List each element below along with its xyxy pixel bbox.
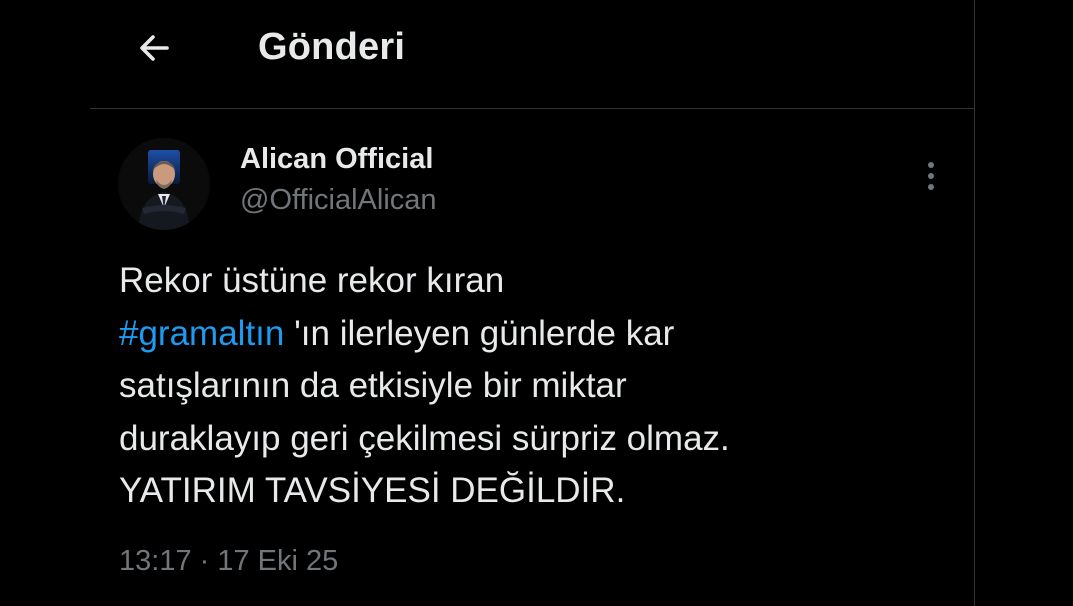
arrow-left-icon — [140, 35, 169, 61]
tweet-line: YATIRIM TAVSİYESİ DEĞİLDİR. — [119, 471, 626, 510]
author-name[interactable]: Alican Official — [240, 143, 433, 176]
profile-photo — [118, 138, 210, 230]
tweet-line-rest: 'ın ilerleyen günlerde kar — [284, 313, 675, 353]
page: Gönderi Alican Official @OfficialAlican … — [0, 0, 1073, 606]
tweet-text: Rekor üstüne rekor kıran #gramaltın 'ın … — [119, 255, 919, 518]
avatar[interactable] — [118, 138, 210, 230]
tweet-line: satışlarının da etkisiyle bir miktar — [119, 366, 627, 405]
more-vertical-icon — [928, 162, 934, 190]
tweet-line: duraklayıp geri çekilmesi sürpriz olmaz. — [119, 418, 730, 458]
top-header: Gönderi — [90, 0, 974, 109]
back-button[interactable] — [128, 22, 180, 74]
page-title: Gönderi — [258, 26, 406, 68]
tweet-line: Rekor üstüne rekor kıran — [119, 261, 505, 300]
author-handle[interactable]: @OfficialAlican — [240, 184, 437, 217]
hashtag-link[interactable]: #gramaltın — [119, 314, 284, 353]
post-column: Gönderi Alican Official @OfficialAlican … — [90, 0, 975, 606]
tweet-timestamp[interactable]: 13:17 · 17 Eki 25 — [119, 545, 338, 578]
tweet-line: #gramaltın 'ın ilerleyen günlerde kar — [119, 308, 919, 361]
more-options-button[interactable] — [916, 156, 946, 196]
